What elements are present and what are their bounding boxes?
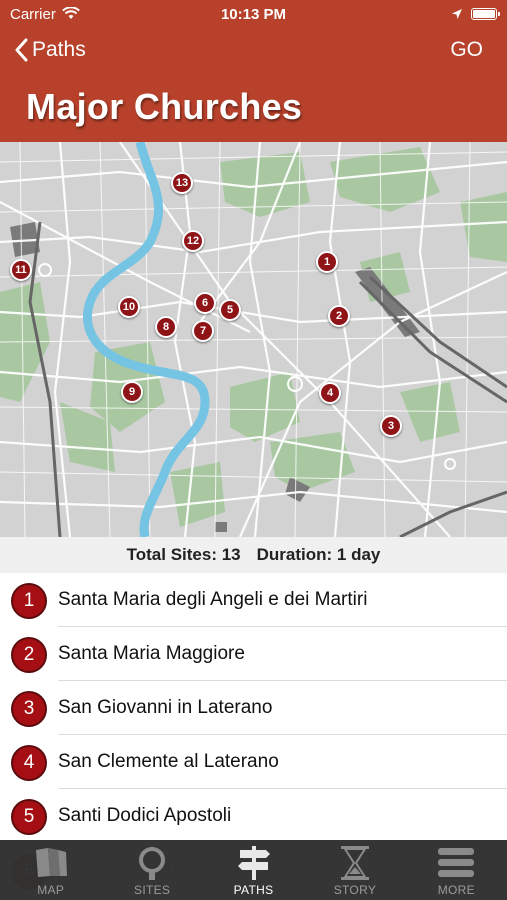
map-pin-12[interactable]: 12: [182, 230, 204, 252]
map-pin-10[interactable]: 10: [118, 296, 140, 318]
site-number-badge: 1: [11, 583, 47, 619]
back-button-label: Paths: [32, 38, 86, 61]
page-title: Major Churches: [26, 86, 303, 127]
site-number-badge: 4: [11, 745, 47, 781]
tab-label: MAP: [37, 883, 65, 897]
duration: Duration: 1 day: [256, 545, 381, 564]
book-map-icon: [34, 846, 68, 883]
map-pin-3[interactable]: 3: [380, 415, 402, 437]
magnifier-icon: [135, 846, 169, 885]
tab-more[interactable]: MORE: [406, 840, 507, 900]
list-item[interactable]: 5 Santi Dodici Apostoli: [0, 789, 507, 840]
tab-story[interactable]: STORY: [304, 840, 405, 900]
map-pin-1[interactable]: 1: [316, 251, 338, 273]
tab-bar: MAP SITES PATHS STORY MORE: [0, 840, 507, 900]
site-name: Santi Dodici Apostoli: [58, 805, 232, 826]
battery-icon: [471, 8, 500, 20]
map-pin-8[interactable]: 8: [155, 316, 177, 338]
total-sites: Total Sites: 13: [126, 545, 241, 564]
list-item[interactable]: 2 Santa Maria Maggiore: [0, 627, 507, 681]
site-number-badge: 5: [11, 799, 47, 835]
site-name: San Clemente al Laterano: [58, 751, 279, 772]
list-item[interactable]: 4 San Clemente al Laterano: [0, 735, 507, 789]
map-pin-7[interactable]: 7: [192, 320, 214, 342]
map-pin-13[interactable]: 13: [171, 172, 193, 194]
city-map[interactable]: 1 2 3 4 5 6 7 8 9 10 11 12 13: [0, 142, 507, 537]
back-button[interactable]: Paths: [14, 38, 86, 62]
site-list[interactable]: 1 Santa Maria degli Angeli e dei Martiri…: [0, 573, 507, 840]
site-name: Santa Maria Maggiore: [58, 643, 245, 664]
signpost-icon: [236, 846, 272, 885]
tab-label: STORY: [333, 883, 377, 897]
header: Carrier 10:13 PM Paths GO Major Churches: [0, 0, 507, 142]
clock: 10:13 PM: [220, 6, 287, 23]
tab-paths[interactable]: PATHS: [203, 840, 304, 900]
location-arrow-icon: [451, 7, 463, 24]
site-name: Santa Maria degli Angeli e dei Martiri: [58, 589, 368, 610]
map-pin-9[interactable]: 9: [121, 381, 143, 403]
map-pin-2[interactable]: 2: [328, 305, 350, 327]
tab-label: SITES: [134, 883, 171, 897]
tab-sites[interactable]: SITES: [101, 840, 202, 900]
site-number-badge: 3: [11, 691, 47, 727]
menu-icon: [438, 846, 475, 883]
status-bar: Carrier 10:13 PM: [0, 6, 507, 26]
tab-label: PATHS: [233, 883, 274, 897]
site-number-badge: 2: [11, 637, 47, 673]
list-item[interactable]: 3 San Giovanni in Laterano: [0, 681, 507, 735]
map-pin-4[interactable]: 4: [319, 382, 341, 404]
site-name: San Giovanni in Laterano: [58, 697, 273, 718]
chevron-left-icon: [15, 38, 28, 62]
map-background: [0, 142, 507, 537]
map-pin-11[interactable]: 11: [10, 259, 32, 281]
map-pin-6[interactable]: 6: [194, 292, 216, 314]
tab-label: MORE: [437, 883, 475, 897]
navigation-bar: Paths GO: [0, 38, 507, 68]
path-summary: Total Sites: 13 Duration: 1 day: [0, 537, 507, 573]
map-pin-5[interactable]: 5: [219, 299, 241, 321]
list-item[interactable]: 1 Santa Maria degli Angeli e dei Martiri: [0, 573, 507, 627]
go-button[interactable]: GO: [450, 38, 483, 62]
tab-map[interactable]: MAP: [0, 840, 101, 900]
hourglass-icon: [339, 846, 371, 885]
